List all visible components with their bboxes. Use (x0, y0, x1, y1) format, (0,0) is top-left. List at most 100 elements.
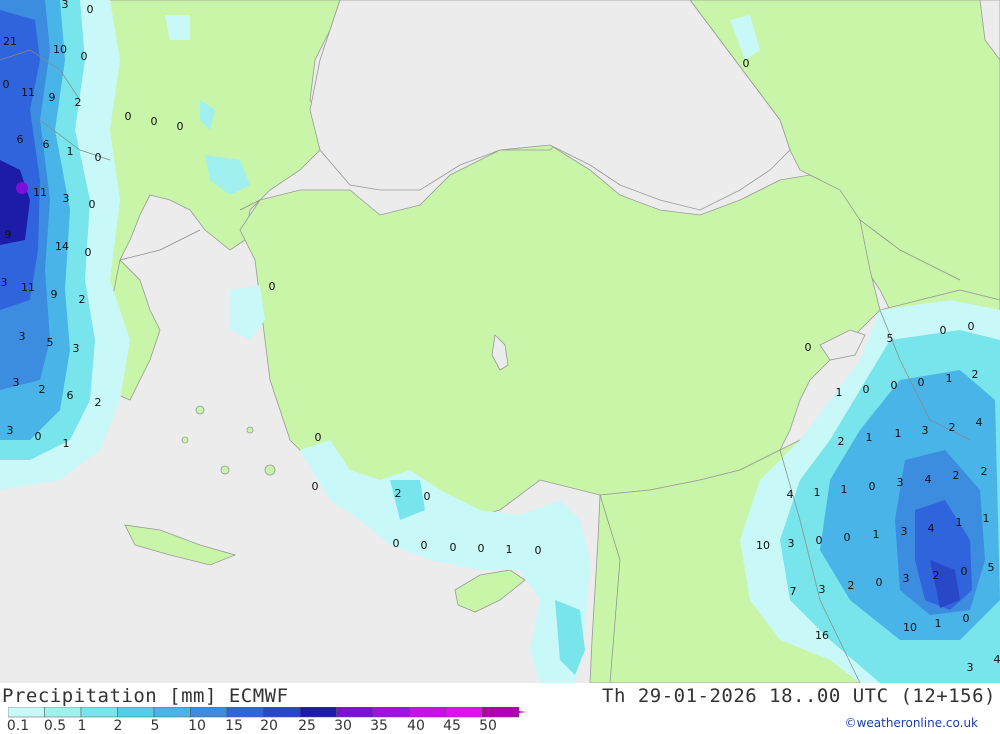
precip-value: 0 (312, 480, 319, 493)
precip-value: 0 (863, 383, 870, 396)
precip-value: 0 (125, 110, 132, 123)
precip-value: 5 (887, 332, 894, 345)
precip-value: 3 (903, 572, 910, 585)
precip-value: 0 (940, 324, 947, 337)
legend-label: 0.1 (7, 718, 29, 734)
precip-value: 1 (67, 145, 74, 158)
map-title: Precipitation [mm] ECMWF (2, 685, 289, 707)
precip-value: 0 (151, 115, 158, 128)
precip-value: 2 (848, 579, 855, 592)
precip-value: 2 (949, 421, 956, 434)
legend-label: 40 (407, 718, 425, 734)
precip-value: 2 (972, 368, 979, 381)
legend-label: 45 (443, 718, 461, 734)
precip-value: 11 (21, 281, 35, 294)
precip-value: 0 (269, 280, 276, 293)
precip-value: 0 (743, 57, 750, 70)
precip-value: 3 (901, 525, 908, 538)
legend-label: 20 (260, 718, 278, 734)
precip-value: 0 (424, 490, 431, 503)
precip-value: 1 (946, 372, 953, 385)
precip-value: 0 (535, 544, 542, 557)
precip-value: 5 (47, 336, 54, 349)
precip-value: 3 (19, 330, 26, 343)
precip-value: 2 (75, 96, 82, 109)
legend-label: 25 (298, 718, 316, 734)
legend-swatch (154, 707, 191, 717)
legend-label: 15 (225, 718, 243, 734)
precip-value: 0 (816, 534, 823, 547)
precip-value: 3 (62, 0, 69, 11)
legend-label: 35 (370, 718, 388, 734)
precip-value: 4 (787, 488, 794, 501)
precip-value: 2 (95, 396, 102, 409)
legend-swatch (373, 707, 410, 717)
legend-label: 2 (114, 718, 123, 734)
precip-value: 0 (35, 430, 42, 443)
precip-value: 0 (961, 565, 968, 578)
land-island (265, 465, 275, 475)
legend-label: 0.5 (44, 718, 66, 734)
precip-value: 3 (788, 537, 795, 550)
precip-value: 3 (7, 424, 14, 437)
legend-label: 1 (78, 718, 87, 734)
precip-value: 0 (87, 3, 94, 16)
legend-bar-area: Precipitation [mm] ECMWF Th 29-01-2026 1… (0, 683, 1000, 733)
precip-value: 3 (1, 276, 8, 289)
precip-value: 0 (478, 542, 485, 555)
precip-value: 6 (67, 389, 74, 402)
precip-value: 2 (953, 469, 960, 482)
precip-value: 16 (815, 629, 829, 642)
precip-value: 3 (897, 476, 904, 489)
precip-value: 2 (39, 383, 46, 396)
precip-value: 1 (814, 486, 821, 499)
land-island (247, 427, 253, 433)
precip-value: 0 (393, 537, 400, 550)
legend-label: 5 (151, 718, 160, 734)
precip-value: 0 (844, 531, 851, 544)
precip-value: 0 (81, 50, 88, 63)
valid-time: Th 29-01-2026 18..00 UTC (12+156) (602, 685, 996, 707)
precip-value: 4 (976, 416, 983, 429)
precip-value: 6 (17, 133, 24, 146)
precip-value: 3 (922, 424, 929, 437)
precip-value: 2 (981, 465, 988, 478)
precip-value: 0 (869, 480, 876, 493)
precip-value: 1 (935, 617, 942, 630)
precip-value: 0 (85, 246, 92, 259)
legend-swatch (410, 707, 447, 717)
precip-value: 3 (63, 192, 70, 205)
precip-value: 11 (21, 86, 35, 99)
precip-value: 1 (895, 427, 902, 440)
precip-value: 0 (95, 151, 102, 164)
precip-value: 0 (918, 376, 925, 389)
legend-swatch (300, 707, 337, 717)
legend-swatch (8, 707, 45, 717)
precip-value: 3 (819, 583, 826, 596)
precip-value: 0 (3, 78, 10, 91)
precip-value: 0 (177, 120, 184, 133)
precip-value: 1 (506, 543, 513, 556)
legend-swatch (264, 707, 301, 717)
precip-value: 5 (988, 561, 995, 574)
precip-value: 0 (315, 431, 322, 444)
land-island (196, 406, 204, 414)
legend-swatch (227, 707, 264, 717)
precip-value: 2 (933, 569, 940, 582)
precip-value: 1 (866, 431, 873, 444)
precip-value: 2 (838, 435, 845, 448)
precip-value: 14 (55, 240, 69, 253)
legend-swatch (81, 707, 118, 717)
legend-swatch (337, 707, 374, 717)
precip-value: 1 (956, 516, 963, 529)
legend-swatch (118, 707, 155, 717)
land-island (182, 437, 188, 443)
precip-value: 0 (89, 198, 96, 211)
legend-label: 30 (334, 718, 352, 734)
precip-value: 3 (967, 661, 974, 674)
precip-value: 7 (790, 585, 797, 598)
credit-link[interactable]: ©weatheronline.co.uk (845, 716, 978, 730)
legend-label: 10 (188, 718, 206, 734)
precip-value: 11 (33, 186, 47, 199)
precip-value: 10 (756, 539, 770, 552)
